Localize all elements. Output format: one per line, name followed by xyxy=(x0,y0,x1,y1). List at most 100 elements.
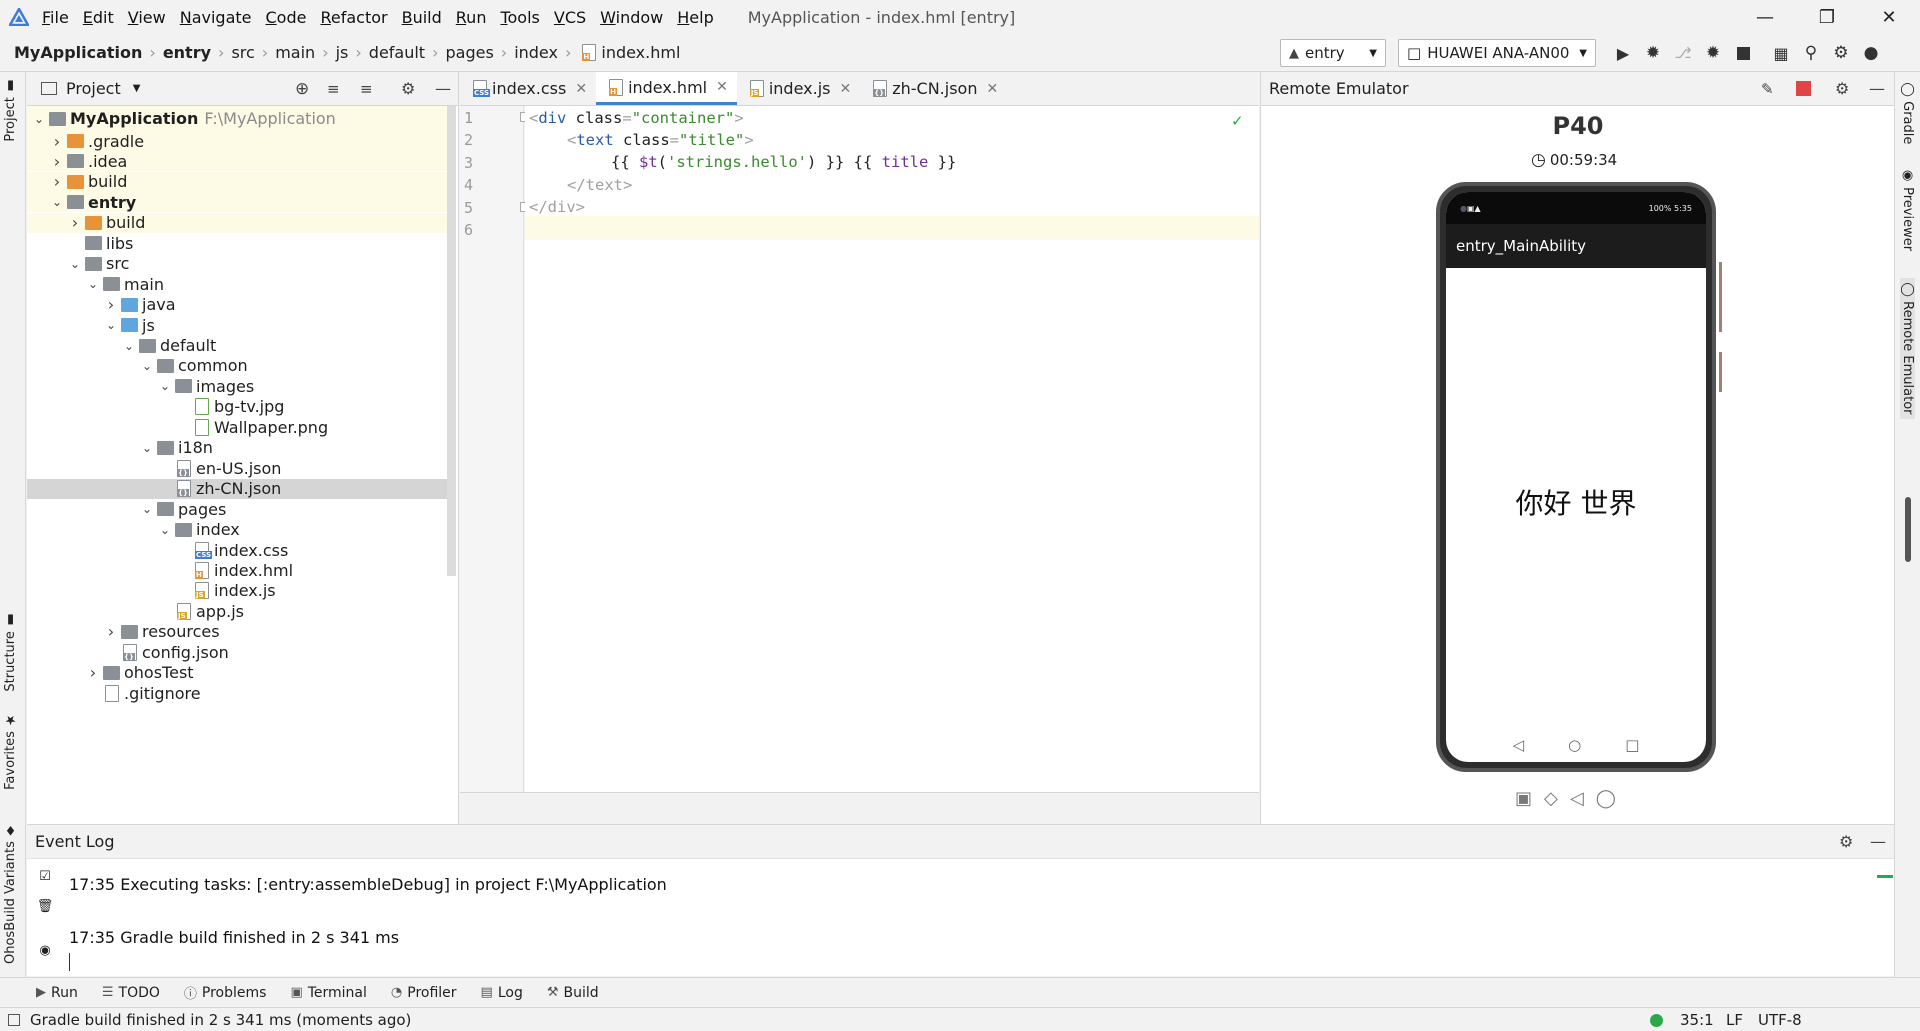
menu-item[interactable]: Refactor xyxy=(320,8,387,27)
chevron-down-icon[interactable]: ⌄ xyxy=(139,441,155,455)
tree-item[interactable]: › resources xyxy=(27,622,447,642)
tree-item[interactable]: › build xyxy=(27,212,447,233)
tree-item[interactable]: JS app.js xyxy=(27,601,447,621)
tree-item[interactable]: › .gradle xyxy=(27,131,447,151)
build-variants-tool-tab[interactable]: OhosBuild Variants ♦ xyxy=(3,822,18,964)
breadcrumb-item[interactable]: main xyxy=(275,43,315,62)
tree-item[interactable]: ⌄ pages xyxy=(27,499,447,519)
settings-gear-icon[interactable]: ⚙ xyxy=(1826,38,1856,68)
chevron-right-icon[interactable]: › xyxy=(49,152,65,171)
breadcrumb-item[interactable]: MyApplication xyxy=(14,43,142,62)
tree-item[interactable]: › .idea xyxy=(27,151,447,172)
back-icon[interactable]: ◁ xyxy=(1570,788,1584,809)
no-problems-check-icon[interactable]: ✓ xyxy=(1231,112,1244,130)
tree-item[interactable]: ⌄ js xyxy=(27,315,447,335)
tree-item[interactable]: {} zh-CN.json xyxy=(27,478,447,499)
hide-panel-icon[interactable]: — xyxy=(1869,79,1885,98)
tree-item[interactable]: .gitignore xyxy=(27,683,447,703)
bottom-tab-run[interactable]: ▶ Run xyxy=(36,985,78,1001)
chevron-right-icon[interactable]: › xyxy=(85,663,101,682)
line-separator[interactable]: LF xyxy=(1726,1011,1743,1029)
chevron-down-icon[interactable]: ⌄ xyxy=(157,523,173,537)
bottom-tab-todo[interactable]: ☰ TODO xyxy=(102,985,160,1001)
restore-button[interactable]: ❐ xyxy=(1796,0,1858,34)
tree-item[interactable]: › ohosTest xyxy=(27,663,447,683)
menu-item[interactable]: Build xyxy=(402,8,442,27)
tree-item[interactable]: › java xyxy=(27,295,447,315)
file-encoding[interactable]: UTF-8 xyxy=(1758,1011,1802,1029)
chevron-right-icon[interactable]: › xyxy=(103,295,119,314)
chevron-down-icon[interactable]: ⌄ xyxy=(139,502,155,516)
tree-item[interactable]: ⌄ src xyxy=(27,254,447,274)
chevron-down-icon[interactable]: ⌄ xyxy=(121,339,137,353)
chevron-down-icon[interactable]: ⌄ xyxy=(31,112,47,126)
hide-panel-icon[interactable]: — xyxy=(1870,832,1886,851)
breadcrumb-item[interactable]: index xyxy=(514,43,558,62)
editor-tab[interactable]: JS index.js ✕ xyxy=(737,72,860,105)
chevron-right-icon[interactable]: › xyxy=(49,132,65,151)
tree-root[interactable]: ⌄ MyApplication F:\MyApplication xyxy=(27,106,447,131)
chevron-right-icon[interactable]: › xyxy=(67,213,83,232)
close-tab-icon[interactable]: ✕ xyxy=(575,81,587,97)
tree-item[interactable]: Wallpaper.png xyxy=(27,417,447,437)
expand-all-icon[interactable]: ≡ xyxy=(327,80,340,98)
run-config-select[interactable]: ▲ entry ▼ xyxy=(1280,39,1386,67)
device-select[interactable]: □ HUAWEI ANA-AN00 ▼ xyxy=(1398,39,1596,67)
bottom-tab-build[interactable]: ⚒ Build xyxy=(547,985,599,1001)
close-tab-icon[interactable]: ✕ xyxy=(716,79,728,95)
menu-item[interactable]: Code xyxy=(266,8,307,27)
menu-item[interactable]: Run xyxy=(456,8,487,27)
debug-icon[interactable]: ✹ xyxy=(1638,38,1668,68)
hide-panel-icon[interactable]: — xyxy=(435,79,451,98)
gear-icon[interactable]: ⚙ xyxy=(401,79,415,98)
screenshot-icon[interactable]: ▣ xyxy=(1515,788,1532,809)
locate-icon[interactable]: ⊕ xyxy=(295,79,309,99)
settings-circle-icon[interactable]: ◉ xyxy=(36,941,54,959)
profile-icon[interactable]: ✹ xyxy=(1698,38,1728,68)
close-window-button[interactable]: ✕ xyxy=(1858,0,1920,34)
gear-icon[interactable]: ⚙ xyxy=(1835,79,1849,98)
chevron-right-icon[interactable]: › xyxy=(103,622,119,641)
attach-debugger-icon[interactable]: ⎇ xyxy=(1668,38,1698,68)
run-icon[interactable]: ▶ xyxy=(1608,38,1638,68)
bottom-tab-terminal[interactable]: ▣ Terminal xyxy=(290,985,366,1001)
search-icon[interactable]: ⚲ xyxy=(1796,38,1826,68)
chevron-down-icon[interactable]: ⌄ xyxy=(139,359,155,373)
menu-item[interactable]: File xyxy=(42,8,69,27)
code-editor[interactable]: < div class = "container" > < text class = "tit… xyxy=(525,106,1259,792)
tree-item[interactable]: ⌄ common xyxy=(27,356,447,376)
breadcrumb-item[interactable]: default xyxy=(369,43,425,62)
tree-item[interactable]: {} config.json xyxy=(27,642,447,662)
breadcrumb-item[interactable]: Hindex.hml xyxy=(578,43,680,62)
bottom-tab-log[interactable]: ▤ Log xyxy=(481,985,523,1001)
delete-icon[interactable]: 🗑 xyxy=(36,897,54,915)
tree-item[interactable]: {} en-US.json xyxy=(27,458,447,478)
menu-item[interactable]: Window xyxy=(600,8,663,27)
breadcrumb-item[interactable]: entry xyxy=(163,43,211,62)
home-icon[interactable]: ○ xyxy=(1568,736,1581,754)
tree-item[interactable]: bg-tv.jpg xyxy=(27,397,447,417)
chevron-right-icon[interactable]: › xyxy=(49,172,65,191)
tree-item[interactable]: › build xyxy=(27,171,447,192)
bottom-tab-profiler[interactable]: ◔ Profiler xyxy=(391,985,457,1001)
previewer-tool-tab[interactable]: ◉ Previewer xyxy=(1900,168,1915,251)
close-tab-icon[interactable]: ✕ xyxy=(986,81,998,97)
chevron-down-icon[interactable]: ⌄ xyxy=(157,379,173,393)
pin-icon[interactable]: ✎ xyxy=(1761,80,1774,98)
editor-tab[interactable]: CSS index.css ✕ xyxy=(460,72,596,105)
breadcrumb-item[interactable]: js xyxy=(336,43,349,62)
favorites-tool-tab[interactable]: Favorites ★ xyxy=(3,712,18,790)
editor-tab[interactable]: {} zh-CN.json ✕ xyxy=(860,72,1007,105)
account-icon[interactable]: ● xyxy=(1856,38,1886,68)
tree-item[interactable]: JS index.js xyxy=(27,581,447,601)
stop-emulator-icon[interactable] xyxy=(1796,81,1811,96)
phone-screen[interactable]: ● ▣▲ 100% 5:35 entry_MainAbility 你好 世界 ◁… xyxy=(1446,192,1706,762)
tree-scrollbar[interactable] xyxy=(447,106,456,576)
menu-item[interactable]: VCS xyxy=(554,8,586,27)
project-tool-tab[interactable]: Project ▮ xyxy=(3,78,18,142)
tree-item[interactable]: ⌄ images xyxy=(27,376,447,396)
structure-tool-tab[interactable]: Structure ▮ xyxy=(3,612,18,692)
editor-tab[interactable]: Hindex.hml ✕ xyxy=(596,72,737,105)
menu-item[interactable]: View xyxy=(128,8,166,27)
tree-item[interactable]: ⌄ default xyxy=(27,336,447,356)
